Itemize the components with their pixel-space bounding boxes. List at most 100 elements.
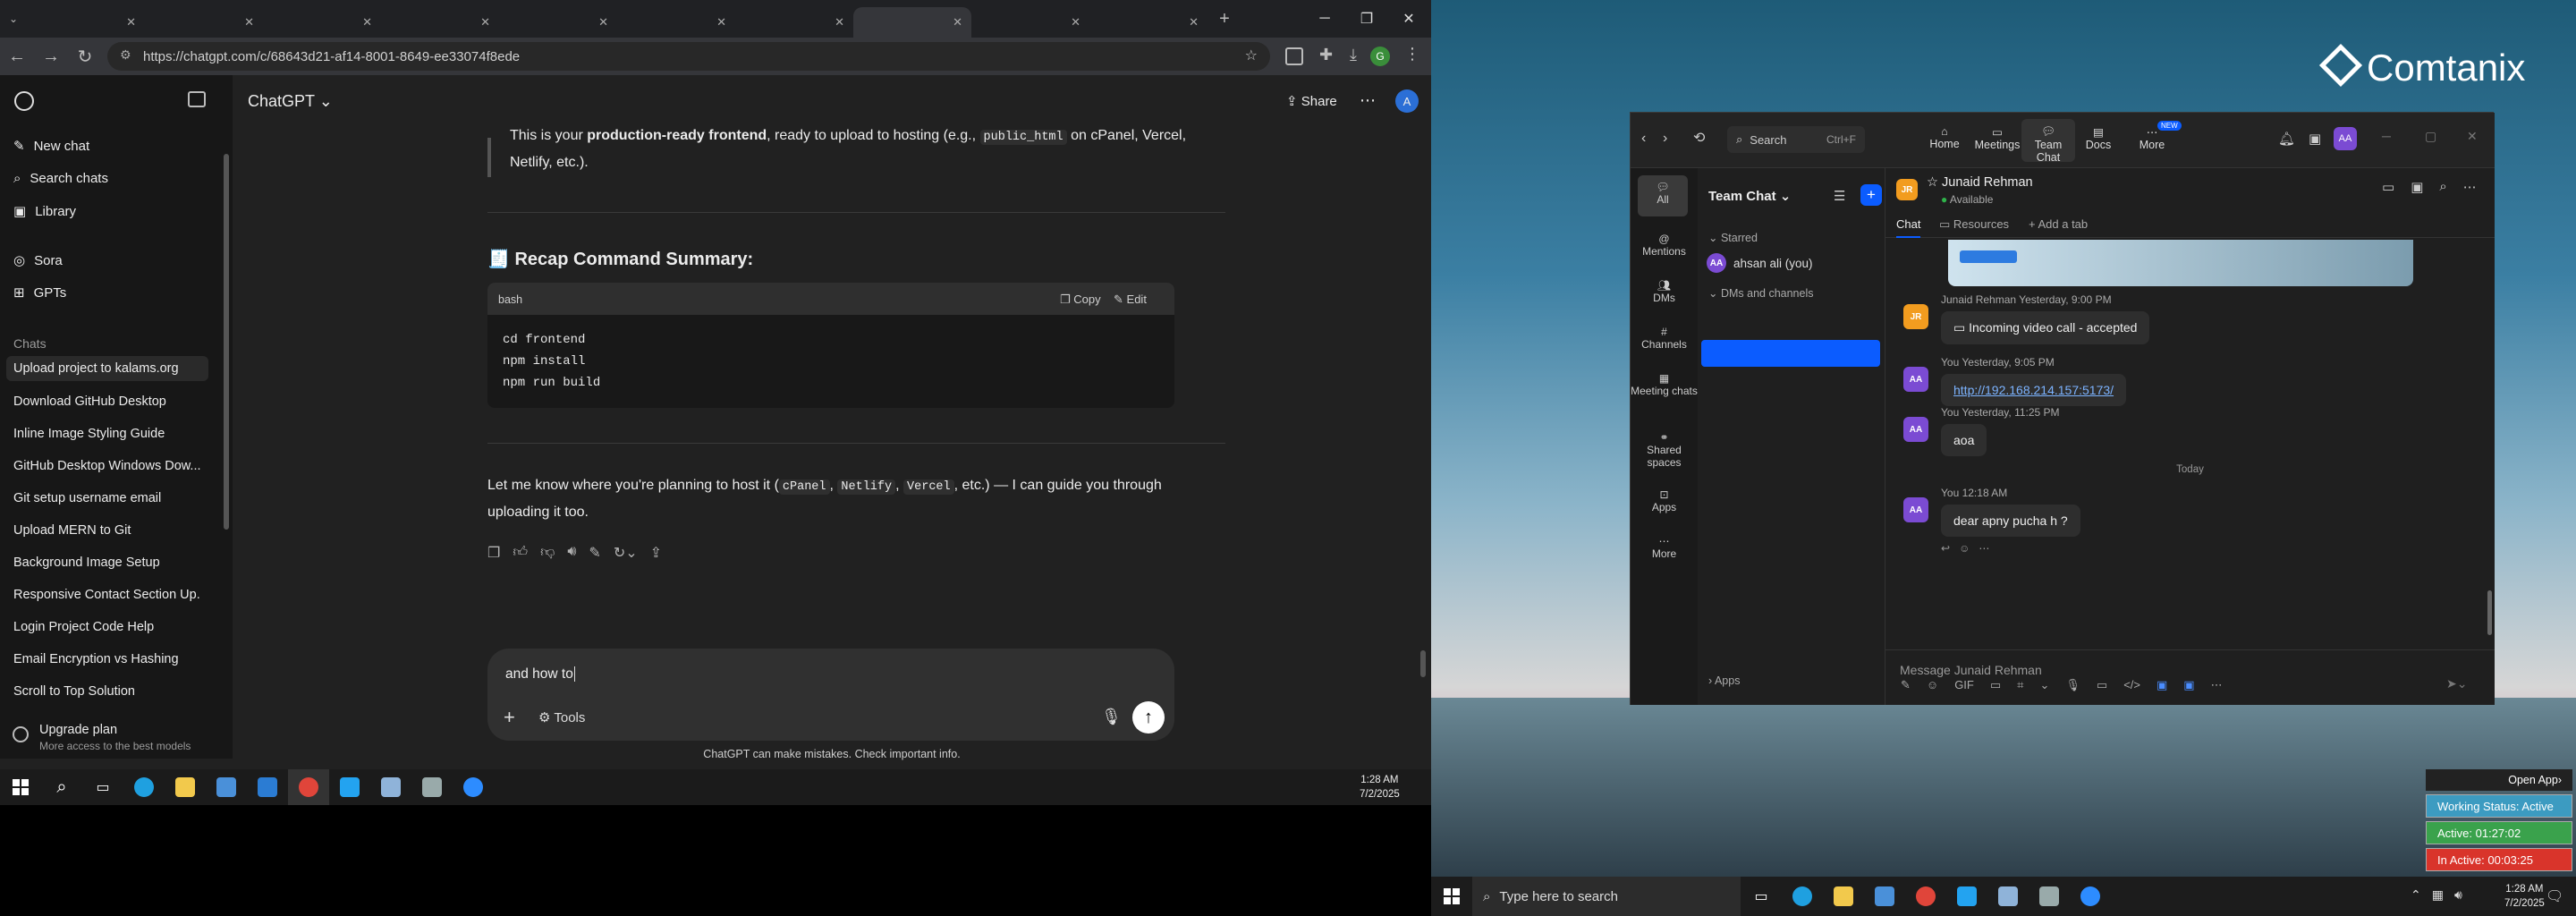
close-tab-icon[interactable]: ✕ — [716, 15, 726, 30]
more-options-icon[interactable]: ⋯ — [1360, 91, 1376, 110]
browser-tab[interactable]: ✕ — [381, 7, 499, 38]
contact-item[interactable] — [1701, 340, 1880, 367]
desktop-icon[interactable] — [1565, 356, 1628, 399]
thumbs-down-icon[interactable]: 👎︎ — [540, 544, 555, 562]
edge-icon[interactable] — [1782, 878, 1823, 914]
nav-meetings[interactable]: ▭ Meetings — [1970, 125, 2024, 151]
rail-dms[interactable]: 👥︎ DMs — [1631, 279, 1698, 304]
github-desktop-icon[interactable] — [370, 769, 411, 805]
close-tab-icon[interactable]: ✕ — [126, 15, 136, 30]
message-link[interactable]: http://192.168.214.157:5173/ — [1941, 374, 2127, 406]
contact-item[interactable] — [1701, 501, 1880, 528]
desktop-icon[interactable] — [1498, 268, 1561, 311]
chat-history-item[interactable]: Download GitHub Desktop — [13, 394, 201, 409]
open-app-button[interactable]: Open App › — [2426, 769, 2572, 791]
apps-heading[interactable]: › Apps — [1708, 674, 1740, 687]
video-icon[interactable]: ▭ — [2382, 179, 2394, 195]
close-window-icon[interactable]: ✕ — [1386, 0, 1431, 38]
tab-chat[interactable]: Chat — [1896, 217, 1921, 238]
emoji-icon[interactable]: ☺ — [1959, 542, 1970, 555]
shared-image-thumbnail[interactable] — [1948, 240, 2413, 286]
more-icon[interactable]: ⋯ — [1979, 542, 1989, 555]
filter-icon[interactable]: ☰ — [1834, 188, 1845, 204]
tab-resources[interactable]: ▭ Resources — [1939, 217, 2009, 232]
more-icon[interactable]: ⋯ — [2463, 179, 2477, 195]
chat-history-item[interactable]: Scroll to Top Solution — [13, 684, 201, 699]
contact-item[interactable] — [1701, 469, 1880, 496]
chat-history-item[interactable]: GitHub Desktop Windows Dow... — [13, 459, 201, 473]
nav-team-chat[interactable]: 💬︎ Team Chat — [2021, 119, 2075, 164]
thumbs-up-icon[interactable]: 👍︎ — [513, 544, 528, 562]
app-icon[interactable] — [2029, 878, 2070, 914]
desktop-icon[interactable] — [1498, 91, 1561, 134]
taskbar-search-box[interactable]: ⌕ Type here to search — [1472, 877, 1741, 916]
chrome-menu-icon[interactable]: ⋮ — [1404, 45, 1420, 64]
maximize-icon[interactable]: ▢ — [2425, 129, 2436, 144]
chat-history-item[interactable]: Email Encryption vs Hashing — [13, 652, 201, 666]
desktop-icon[interactable] — [1431, 444, 1494, 487]
desktop-icon[interactable] — [1431, 179, 1494, 222]
library-button[interactable]: ▣ Library — [13, 203, 76, 220]
minimize-icon[interactable]: ─ — [1302, 0, 1347, 38]
user-avatar[interactable]: A — [1395, 89, 1419, 113]
main-scrollbar[interactable] — [1420, 650, 1426, 677]
rail-channels[interactable]: # Channels — [1631, 326, 1698, 351]
contact-item[interactable] — [1701, 308, 1880, 335]
close-tab-icon[interactable]: ✕ — [835, 15, 844, 30]
desktop-icon[interactable] — [1565, 444, 1628, 487]
store-icon[interactable] — [1864, 878, 1905, 914]
task-view-icon[interactable]: ▭ — [82, 769, 123, 805]
code-content[interactable]: cd frontend npm install npm run build — [503, 329, 600, 394]
sora-button[interactable]: ◎ Sora — [13, 252, 63, 269]
contact-item[interactable] — [1701, 533, 1880, 560]
edit-code-button[interactable]: ✎ Edit — [1114, 293, 1147, 307]
forward-icon[interactable]: › — [1663, 131, 1667, 147]
desktop-icon[interactable] — [1565, 533, 1628, 576]
openai-logo-icon[interactable] — [14, 91, 34, 111]
gpts-button[interactable]: ⊞ GPTs — [13, 284, 66, 301]
forward-icon[interactable]: → — [34, 39, 68, 73]
conversation-title[interactable]: ☆ Junaid Rehman — [1927, 175, 2033, 190]
contact-item[interactable] — [1701, 565, 1880, 592]
new-tab-button[interactable]: + — [1208, 2, 1241, 36]
contact-item[interactable] — [1701, 630, 1880, 657]
notification-icon[interactable]: 🗨︎ — [2546, 887, 2563, 905]
nav-home[interactable]: ⌂ Home — [1918, 125, 1971, 150]
desktop-icon[interactable] — [1498, 794, 1561, 837]
browser-tab[interactable]: ✕ — [1089, 7, 1208, 38]
contact-item[interactable] — [1701, 372, 1880, 399]
github-desktop-icon[interactable] — [1987, 878, 2029, 914]
downloads-icon[interactable]: ⤓ — [1350, 46, 1357, 64]
chat-history-item[interactable]: Background Image Setup — [13, 556, 201, 570]
back-icon[interactable]: ‹ — [1641, 131, 1646, 147]
network-icon[interactable]: ▦ — [2432, 887, 2444, 903]
screen-icon[interactable]: ▣ — [2411, 179, 2423, 195]
add-tab-button[interactable]: + Add a tab — [2029, 217, 2088, 231]
chat-history-item[interactable]: Login Project Code Help — [13, 620, 201, 634]
rail-more[interactable]: ⋯ More — [1631, 535, 1698, 560]
close-tab-icon[interactable]: ✕ — [244, 15, 254, 30]
send-icon[interactable]: ➤⌄ — [2446, 676, 2467, 691]
chat-history-item[interactable]: Upload project to kalams.org — [6, 356, 208, 381]
app-integration-icon[interactable]: ▣ — [2157, 678, 2167, 692]
desktop-icon[interactable] — [1498, 619, 1561, 662]
chevron-up-icon[interactable]: ⌃ — [2411, 887, 2421, 903]
dms-heading[interactable]: ⌄ DMs and channels — [1708, 286, 1813, 300]
search-icon[interactable]: ⌕ — [2439, 179, 2446, 195]
contact-item[interactable] — [1701, 437, 1880, 463]
edge-icon[interactable] — [123, 769, 165, 805]
toggle-sidebar-icon[interactable] — [188, 91, 206, 107]
extension-icon[interactable] — [1285, 47, 1303, 65]
close-tab-icon[interactable]: ✕ — [1189, 15, 1199, 30]
message-bubble[interactable]: dear apny pucha h ? — [1941, 505, 2080, 537]
contact-self[interactable]: AA ahsan ali (you) — [1701, 250, 1880, 276]
browser-tab[interactable]: ✕ — [27, 7, 145, 38]
profile-avatar[interactable]: G — [1370, 47, 1390, 66]
search-chats-button[interactable]: ⌕ Search chats — [13, 171, 108, 186]
message-bubble[interactable]: ▭ Incoming video call - accepted — [1941, 311, 2150, 344]
browser-tab[interactable]: ✕ — [145, 7, 263, 38]
site-info-icon[interactable]: ⚙ — [120, 47, 131, 63]
clock-left[interactable]: 1:28 AM 7/2/2025 — [1360, 773, 1400, 802]
volume-icon[interactable]: 🔊︎ — [2454, 887, 2462, 903]
windows-start-icon[interactable] — [1431, 878, 1472, 914]
